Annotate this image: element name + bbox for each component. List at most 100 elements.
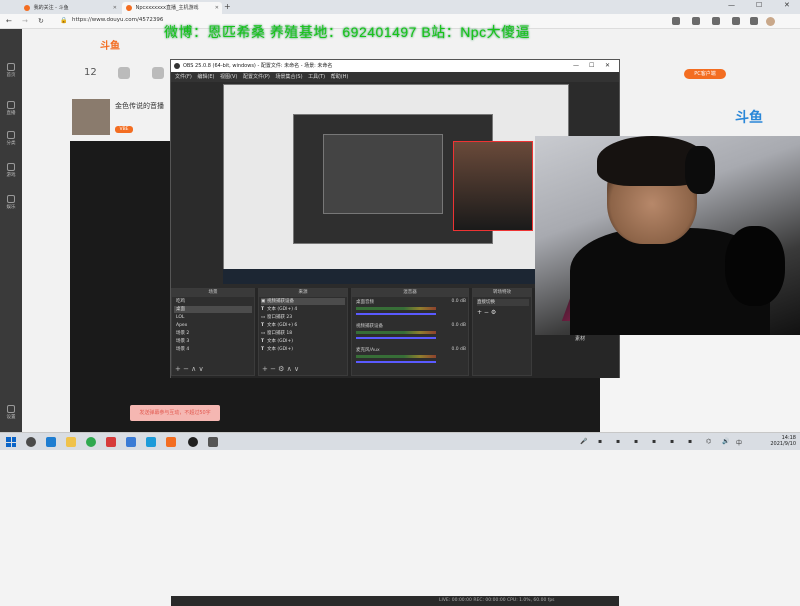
extensions-icon[interactable] [732,17,740,25]
network-icon[interactable]: ⌬ [706,438,711,445]
mixer-track[interactable]: 麦克风/Aux 0.0 dB [356,347,466,363]
mixer-track[interactable]: 视频捕获设备 0.0 dB [356,323,466,339]
sidenav-item-games[interactable]: 游戏 [2,163,20,178]
danmu-input[interactable]: 发送弹幕参与互动，不超过50字 [130,405,220,421]
minimize-button[interactable]: — [728,1,735,9]
source-item[interactable]: T 文本 (GDI+) [261,346,345,353]
sources-header: 来源 [259,289,347,297]
maximize-button[interactable]: ☐ [756,1,762,9]
app-blue-icon[interactable] [126,437,136,447]
volume-slider[interactable] [356,313,436,315]
menu-help[interactable]: 帮助(H) [331,72,349,82]
category-icon [7,131,15,139]
taskbar-clock[interactable]: 14:18 2021/9/10 [748,435,796,447]
douyu-favicon-icon [24,4,30,11]
volume-slider[interactable] [356,361,436,363]
apps-icon[interactable] [672,17,680,25]
message-icon[interactable] [118,67,130,79]
close-tab-icon[interactable]: ✕ [215,2,219,14]
app-tray-icon[interactable]: ▪ [616,438,620,445]
sidenav-item-live[interactable]: 直播 [2,101,20,116]
app-tray-icon[interactable]: ▪ [634,438,638,445]
app-cyan-icon[interactable] [146,437,156,447]
volume-slider[interactable] [356,337,436,339]
pc-client-button[interactable]: PC客户端 [684,69,726,79]
downloads-icon[interactable] [750,17,758,25]
app-red-icon[interactable] [106,437,116,447]
obs-close-button[interactable]: ✕ [605,60,610,72]
scene-item[interactable]: 场景 3 [174,338,252,345]
menu-file[interactable]: 文件(F) [175,72,192,82]
scene-item[interactable]: 场景 4 [174,346,252,353]
scene-item[interactable]: 场景 2 [174,330,252,337]
sidenav-item-settings[interactable]: 设置 [2,405,20,420]
source-item[interactable]: T 文本 (GDI+) [261,338,345,345]
transition-controls[interactable]: + − ⚙ [477,309,529,316]
mic-tray-icon[interactable]: 🎤 [580,438,587,445]
mixer-track[interactable]: 桌面音频 0.0 dB [356,299,466,315]
source-item[interactable]: T 文本 (GDI+) 4 [261,306,345,313]
home-icon [7,63,15,71]
scene-item[interactable]: 吃鸡 [174,298,252,305]
obs-minimize-button[interactable]: — [573,60,579,72]
obs-status-bar: LIVE: 00:00:00 REC: 00:00:00 CPU: 1.0%, … [171,596,619,606]
source-item[interactable]: T 文本 (GDI+) 6 [261,322,345,329]
refresh-icon[interactable]: ↻ [38,17,44,25]
edge-icon[interactable] [46,437,56,447]
obs-preview[interactable] [223,84,569,284]
anchor-avatar[interactable] [72,99,110,135]
app-tray-icon[interactable]: ▪ [652,438,656,445]
browser-tab-active[interactable]: Npcxxxxxxx直播_主机游戏 ✕ [122,2,222,14]
douyu-logo[interactable]: 斗鱼 [100,37,120,52]
sidenav-item-home[interactable]: 首页 [2,63,20,78]
volume-icon[interactable]: 🔊 [722,438,729,445]
close-tab-icon[interactable]: ✕ [113,2,117,14]
chrome-icon[interactable] [86,437,96,447]
ime-icon[interactable]: 中 [736,438,742,447]
history-icon[interactable] [152,67,164,79]
folder-icon[interactable] [66,437,76,447]
menu-edit[interactable]: 编辑(E) [197,72,214,82]
webcam-caption: 素材 [575,336,586,342]
search-icon[interactable] [26,437,36,447]
menu-view[interactable]: 视图(V) [220,72,237,82]
sidenav-item-category[interactable]: 分类 [2,131,20,146]
menu-tools[interactable]: 工具(T) [308,72,325,82]
new-tab-button[interactable]: + [224,2,231,11]
favorites-icon[interactable] [692,17,700,25]
app-orange-icon[interactable] [166,437,176,447]
scene-item-selected[interactable]: 桌面 [174,306,252,313]
app-tray-icon[interactable]: ▪ [688,438,692,445]
menu-profile[interactable]: 配置文件(P) [243,72,270,82]
windows-start-icon[interactable] [6,437,16,447]
app-tray-icon[interactable]: ▪ [670,438,674,445]
app-tray-icon[interactable]: ▪ [598,438,602,445]
lock-icon[interactable]: 🔒 [60,17,67,24]
scene-item[interactable]: LOL [174,314,252,321]
scenes-header: 场景 [172,289,254,297]
browser-tab[interactable]: 我的关注 - 斗鱼 ✕ [20,2,120,14]
browser-tab-strip: 我的关注 - 斗鱼 ✕ Npcxxxxxxx直播_主机游戏 ✕ + — ☐ ✕ [0,0,800,14]
source-item[interactable]: ▣ 视频捕获设备 [261,298,345,305]
webcam-feed [535,136,800,335]
mixer-db: 0.0 dB [451,299,466,304]
back-arrow-icon[interactable]: ← [6,17,12,25]
obs-title: OBS 25.0.8 (64-bit, windows) - 配置文件: 未命名… [183,63,333,69]
scene-item[interactable]: Apex [174,322,252,329]
app-gray-icon[interactable] [208,437,218,447]
source-item[interactable]: ▭ 窗口捕获 23 [261,314,345,321]
source-item[interactable]: ▭ 窗口捕获 18 [261,330,345,337]
forward-arrow-icon[interactable]: → [22,17,28,25]
close-window-button[interactable]: ✕ [784,1,790,9]
collections-icon[interactable] [712,17,720,25]
source-controls[interactable]: + − ⚙ ∧ ∨ [262,365,299,373]
menu-scene-collection[interactable]: 场景集合(S) [275,72,302,82]
transition-select[interactable]: 直接切换 [477,299,529,306]
url-input[interactable]: https://www.douyu.com/4572396 [72,17,163,23]
obs-taskbar-icon[interactable] [188,437,198,447]
microphone [725,226,785,306]
scene-controls[interactable]: + − ∧ ∨ [175,365,204,373]
sidenav-item-entertainment[interactable]: 娱乐 [2,195,20,210]
obs-maximize-button[interactable]: ☐ [589,60,594,72]
profile-avatar[interactable] [766,17,775,26]
